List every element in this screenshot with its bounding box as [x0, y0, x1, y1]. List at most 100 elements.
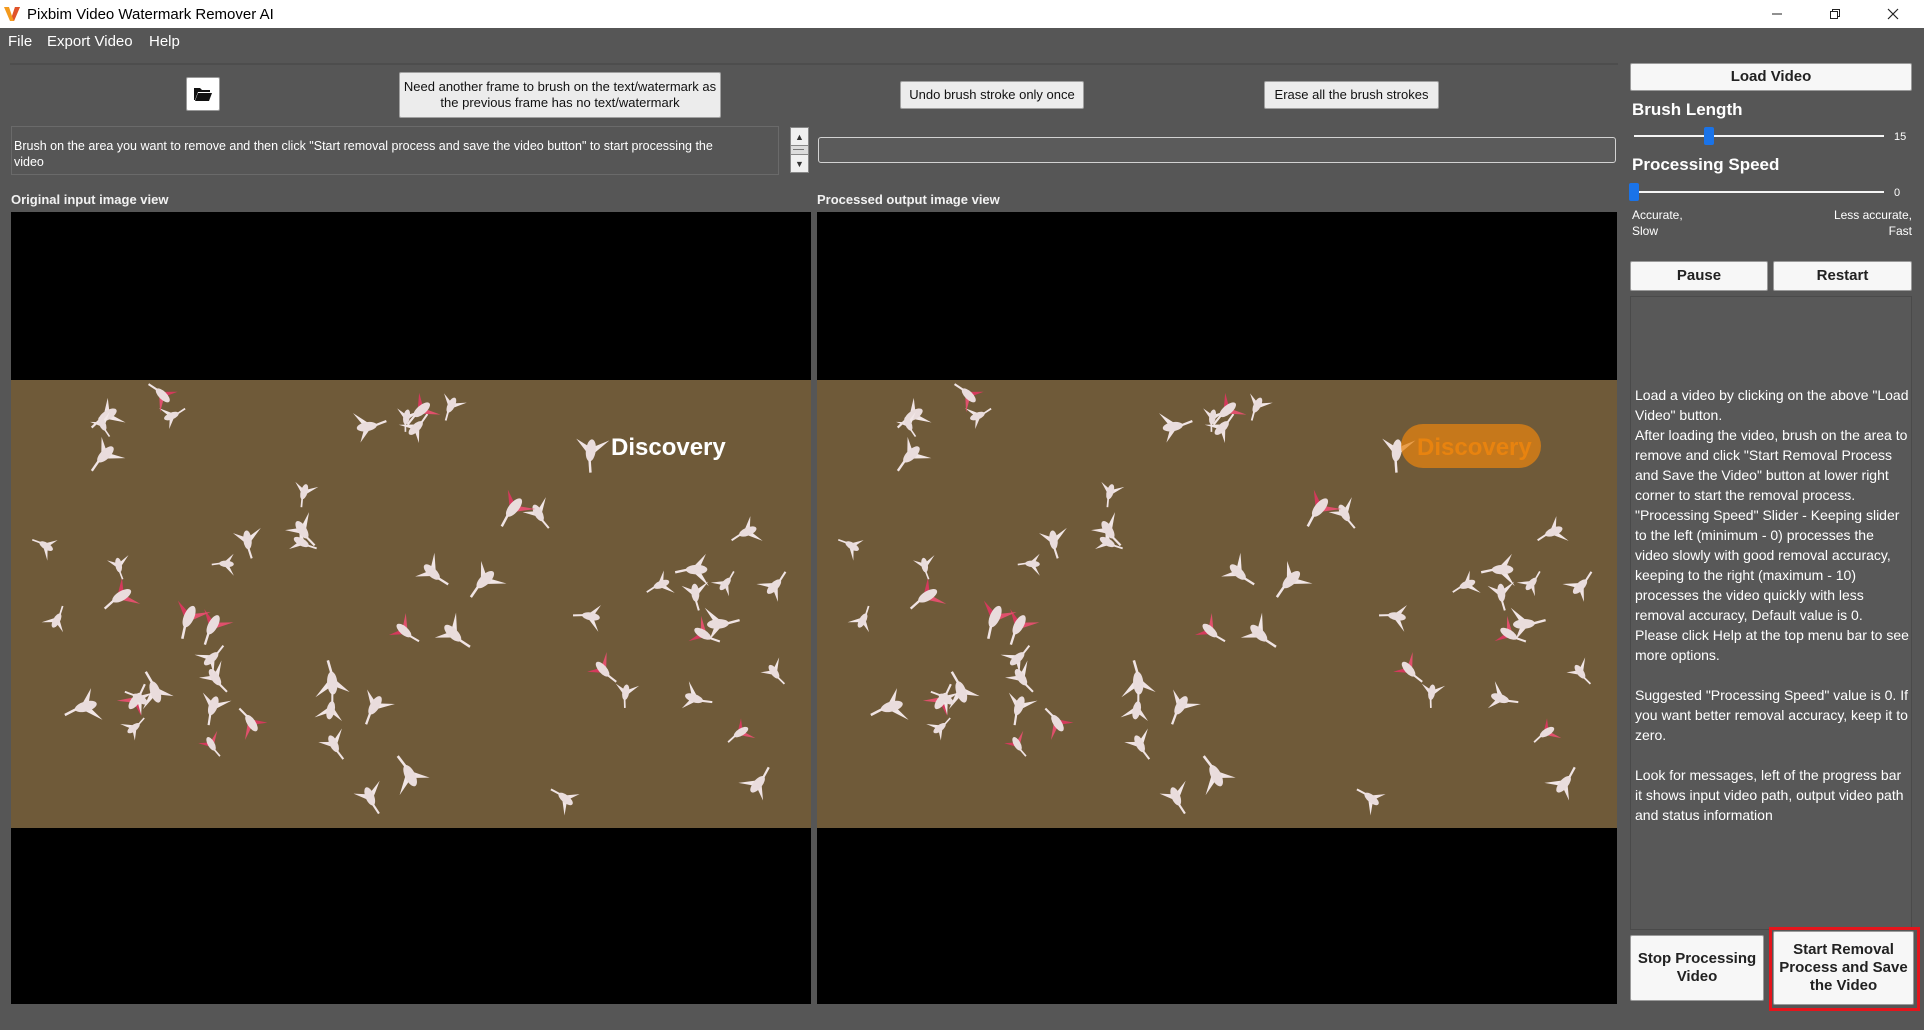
- flamingo-bird: [572, 605, 601, 632]
- flamingo-bird: [576, 438, 610, 473]
- flamingo-bird: [203, 608, 234, 645]
- flamingo-bird: [983, 600, 1017, 640]
- flamingo-bird: [211, 553, 234, 576]
- flamingo-bird: [1378, 605, 1407, 632]
- processed-video-frame: Discovery: [817, 380, 1617, 828]
- masked-watermark-text: Discovery: [1417, 434, 1532, 461]
- flamingo-bird: [177, 600, 211, 640]
- flamingo-bird: [954, 383, 984, 413]
- watermark-text: Discovery: [611, 434, 726, 461]
- scroll-up-button[interactable]: ▲: [790, 127, 809, 146]
- brush-length-slider-thumb[interactable]: [1704, 127, 1714, 145]
- flamingo-bird: [1421, 683, 1446, 708]
- flamingo-bird: [1221, 552, 1255, 586]
- minimize-icon[interactable]: [1748, 0, 1806, 28]
- flamingo-bird: [120, 717, 145, 741]
- info-text: Load a video by clicking on the above "L…: [1635, 387, 1909, 823]
- flamingo-bird: [870, 688, 909, 720]
- flamingo-bird: [926, 717, 951, 741]
- flamingo-bird: [64, 688, 103, 720]
- flamingo-bird: [353, 780, 380, 815]
- scroll-down-button[interactable]: ▼: [790, 154, 809, 173]
- original-image-view[interactable]: Discovery: [11, 212, 811, 1004]
- flamingo-bird: [107, 555, 129, 580]
- flamingo-bird: [1091, 512, 1122, 547]
- processed-image-view[interactable]: Discovery: [817, 212, 1617, 1004]
- flamingo-bird: [1240, 612, 1277, 648]
- flamingo-bird: [1250, 393, 1273, 421]
- toolbar-divider: [10, 63, 1618, 65]
- brush-length-label: Brush Length: [1632, 100, 1743, 119]
- flamingo-bird: [1537, 516, 1569, 542]
- flamingo-bird: [1044, 707, 1074, 740]
- folder-open-icon: [194, 88, 212, 101]
- need-another-frame-button[interactable]: Need another frame to brush on the text/…: [399, 72, 721, 118]
- flamingo-bird: [756, 571, 787, 602]
- flamingo-bird: [1480, 553, 1515, 587]
- flamingo-bird: [896, 397, 932, 429]
- flamingo-bird: [674, 553, 709, 587]
- flamingo-bird: [731, 516, 763, 542]
- flamingo-bird: [194, 644, 225, 674]
- processing-speed-value: 0: [1894, 187, 1901, 199]
- original-view-label: Original input image view: [11, 192, 169, 207]
- processing-speed-slider-thumb[interactable]: [1629, 183, 1639, 201]
- flamingo-bird: [31, 538, 58, 561]
- processing-speed-slider[interactable]: [1634, 191, 1884, 193]
- flamingo-bird: [727, 718, 756, 743]
- flamingo-bird: [1562, 571, 1593, 602]
- flamingo-bird: [1121, 659, 1156, 698]
- flamingo-bird: [388, 613, 420, 643]
- processed-view-label: Processed output image view: [817, 192, 1000, 207]
- flamingo-bird: [318, 728, 345, 760]
- undo-brush-stroke-button[interactable]: Undo brush stroke only once: [900, 81, 1084, 109]
- close-icon[interactable]: [1864, 0, 1922, 28]
- flamingo-bird: [1039, 527, 1067, 559]
- flamingo-bird: [1159, 413, 1193, 443]
- flamingo-bird: [1101, 481, 1125, 508]
- flamingo-bird: [158, 407, 186, 429]
- load-video-button[interactable]: Load Video: [1630, 63, 1912, 91]
- flamingo-bird: [1275, 560, 1313, 598]
- flamingo-bird: [760, 657, 786, 685]
- pause-button[interactable]: Pause: [1630, 261, 1768, 291]
- brush-length-slider[interactable]: [1634, 135, 1884, 137]
- flamingo-bird: [964, 407, 992, 429]
- flamingo-bird: [1533, 718, 1562, 743]
- menu-export-video[interactable]: Export Video: [47, 33, 133, 50]
- flamingo-bird: [1452, 570, 1481, 593]
- open-folder-button[interactable]: [186, 77, 220, 111]
- flamingo-bird: [295, 481, 319, 508]
- restart-button[interactable]: Restart: [1773, 261, 1912, 291]
- info-panel: Load a video by clicking on the above "L…: [1630, 296, 1912, 930]
- flamingo-bird: [1159, 780, 1186, 815]
- flamingo-bird: [444, 393, 467, 421]
- restore-icon[interactable]: [1806, 0, 1864, 28]
- flamingo-bird: [1566, 657, 1592, 685]
- flamingo-bird: [1544, 766, 1576, 801]
- flamingo-bird: [1487, 581, 1515, 611]
- flamingo-bird: [909, 577, 947, 610]
- flamingo-bird: [896, 436, 932, 472]
- flamingo-bird: [315, 659, 350, 698]
- flamingo-bird: [103, 577, 141, 610]
- menu-help[interactable]: Help: [149, 33, 180, 50]
- flamingo-bird: [1516, 570, 1541, 597]
- menu-file[interactable]: File: [8, 33, 32, 50]
- flamingo-bird: [469, 560, 507, 598]
- flamingo-bird: [1356, 788, 1386, 816]
- stop-processing-button[interactable]: Stop Processing Video: [1630, 935, 1764, 1001]
- flamingo-bird: [1487, 681, 1519, 709]
- flamingo-bird: [1306, 489, 1342, 527]
- flamingo-bird: [681, 581, 709, 611]
- flamingo-bird: [1328, 497, 1356, 529]
- erase-all-strokes-button[interactable]: Erase all the brush strokes: [1264, 81, 1439, 109]
- flamingo-bird: [1171, 689, 1201, 725]
- flamingo-bird: [1393, 652, 1423, 683]
- flamingo-bird: [1017, 553, 1040, 576]
- message-box[interactable]: Brush on the area you want to remove and…: [11, 126, 779, 175]
- flamingo-bird: [710, 570, 735, 597]
- brush-length-value: 15: [1894, 131, 1907, 143]
- flamingo-bird: [90, 436, 126, 472]
- flamingo-bird: [615, 683, 640, 708]
